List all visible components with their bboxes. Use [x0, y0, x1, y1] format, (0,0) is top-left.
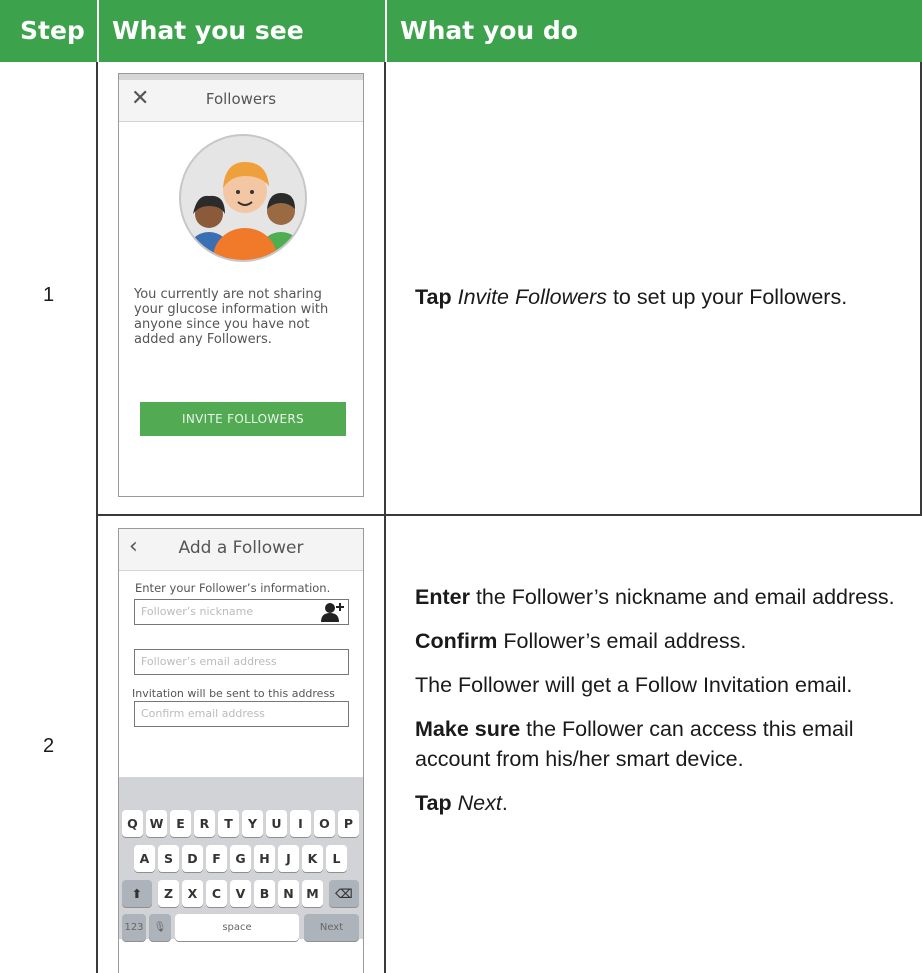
tap-target: Invite Followers — [457, 285, 607, 309]
key[interactable]: T — [218, 810, 239, 837]
header-divider — [97, 0, 99, 62]
key[interactable]: I — [290, 810, 311, 837]
key[interactable]: G — [230, 845, 251, 872]
key[interactable]: N — [278, 880, 299, 907]
next-key[interactable]: Next — [304, 914, 359, 941]
instruction-italic: Next — [457, 791, 502, 816]
key[interactable]: Z — [158, 880, 179, 907]
key[interactable]: R — [194, 810, 215, 837]
nickname-placeholder: Follower’s nickname — [141, 605, 254, 618]
invite-followers-button[interactable]: INVITE FOLLOWERS — [140, 402, 346, 436]
confirm-email-placeholder: Confirm email address — [141, 707, 265, 720]
key[interactable]: D — [182, 845, 203, 872]
key[interactable]: V — [230, 880, 251, 907]
email-field[interactable]: Follower’s email address — [134, 649, 349, 675]
key[interactable]: U — [266, 810, 287, 837]
instruction-text: The Follower will get a Follow Invitatio… — [415, 673, 853, 698]
key[interactable]: W — [146, 810, 167, 837]
key[interactable]: X — [182, 880, 203, 907]
instruction-text: to set up your Followers. — [606, 285, 848, 309]
instruction-bold: Confirm — [415, 629, 498, 654]
header-step: Step — [20, 16, 85, 45]
key[interactable]: P — [338, 810, 359, 837]
email-placeholder: Follower’s email address — [141, 655, 277, 668]
people-icon — [187, 162, 303, 260]
step-number: 1 — [42, 284, 55, 306]
instruction-text: . — [501, 791, 508, 816]
instruction-table: Step What you see What you do 1 ✕ Follow… — [0, 0, 922, 973]
key[interactable]: C — [206, 880, 227, 907]
key[interactable]: M — [302, 880, 323, 907]
instruction-bold: Make sure — [415, 717, 521, 742]
instruction-bold: Tap — [415, 791, 452, 816]
phone-screenshot-add-follower: ‹ Add a Follower Enter your Follower’s i… — [118, 528, 364, 973]
nickname-field[interactable]: Follower’s nickname — [134, 599, 349, 625]
header-what-you-see: What you see — [112, 16, 304, 45]
no-followers-message: You currently are not sharing your gluco… — [134, 287, 329, 347]
instruction-text: the Follower’s nickname and email addres… — [469, 585, 895, 609]
step-number: 2 — [42, 735, 55, 757]
on-screen-keyboard: Q W E R T Y U I O P A S D F G H J K L ⬆ … — [119, 777, 363, 941]
key[interactable]: J — [278, 845, 299, 872]
key[interactable]: E — [170, 810, 191, 837]
nav-bar: ✕ Followers — [119, 80, 363, 122]
key[interactable]: H — [254, 845, 275, 872]
key[interactable]: A — [134, 845, 155, 872]
screen-title: Add a Follower — [178, 538, 304, 558]
microphone-icon[interactable]: 🎙 — [149, 914, 171, 941]
numbers-key[interactable]: 123 — [122, 914, 146, 941]
confirm-email-field[interactable]: Confirm email address — [134, 701, 349, 727]
key[interactable]: O — [314, 810, 335, 837]
followers-illustration — [179, 134, 307, 262]
instruction-text: Follower’s email address. — [497, 629, 747, 654]
nav-bar: ‹ Add a Follower — [119, 529, 363, 571]
instruction-bold: Enter — [415, 585, 470, 609]
header-what-you-do: What you do — [400, 16, 578, 45]
step-1-instructions: Tap Invite Followers to set up your Foll… — [415, 282, 915, 326]
shift-key[interactable]: ⬆ — [122, 880, 152, 907]
key[interactable]: K — [302, 845, 323, 872]
phone-screenshot-followers: ✕ Followers You currently are not sharin… — [118, 73, 364, 497]
key[interactable]: L — [326, 845, 347, 872]
backspace-key[interactable]: ⌫ — [329, 880, 359, 907]
invitation-note: Invitation will be sent to this address — [132, 687, 335, 700]
column-divider — [96, 62, 98, 973]
key[interactable]: S — [158, 845, 179, 872]
form-instruction: Enter your Follower’s information. — [135, 581, 331, 595]
row-divider — [96, 514, 922, 516]
key[interactable]: Y — [242, 810, 263, 837]
step-2-instructions: Enter the Follower’s nickname and email … — [415, 582, 915, 833]
add-contact-icon[interactable] — [320, 602, 344, 622]
screen-title: Followers — [205, 90, 277, 108]
column-divider — [384, 62, 386, 973]
key[interactable]: F — [206, 845, 227, 872]
tap-label: Tap — [415, 285, 452, 309]
table-header: Step What you see What you do — [0, 0, 922, 62]
key[interactable]: B — [254, 880, 275, 907]
space-key[interactable]: space — [175, 914, 299, 941]
header-divider — [385, 0, 387, 62]
key[interactable]: Q — [122, 810, 143, 837]
